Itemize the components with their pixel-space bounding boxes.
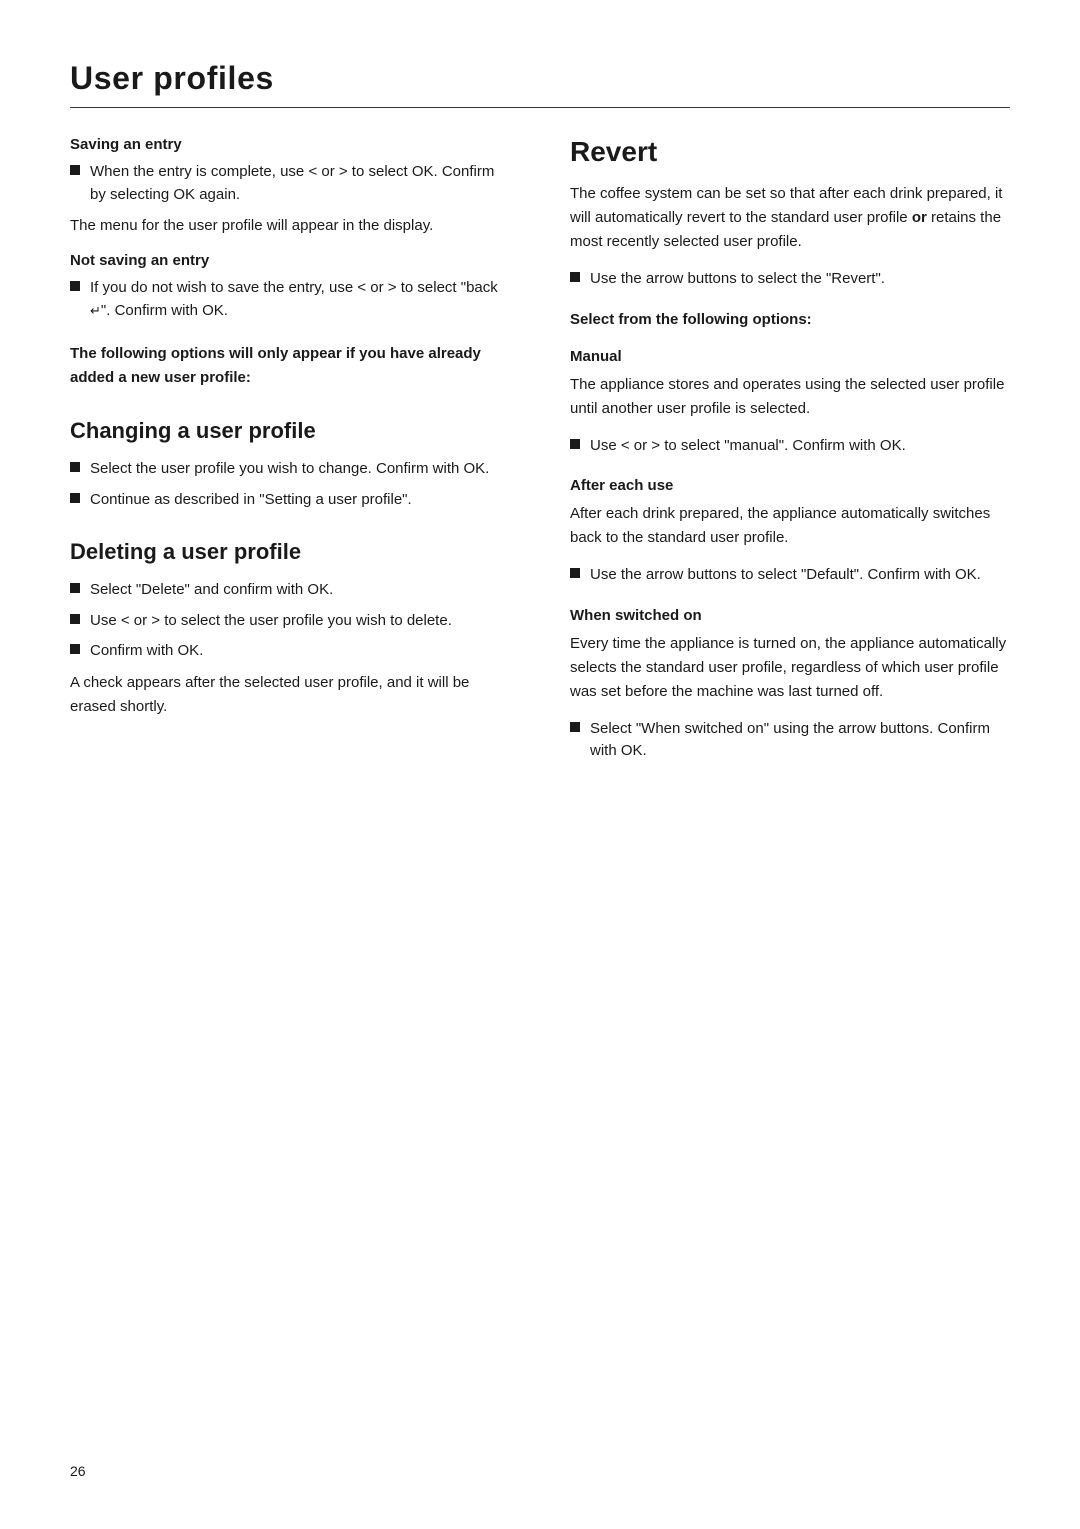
deleting-bullet3: Confirm with OK. bbox=[70, 640, 510, 663]
not-saving-section: Not saving an entry If you do not wish t… bbox=[70, 252, 510, 322]
when-switched-on-bullet1: Select "When switched on" using the arro… bbox=[570, 718, 1010, 763]
deleting-bullet2-text: Use < or > to select the user profile yo… bbox=[90, 610, 510, 633]
deleting-bullet2: Use < or > to select the user profile yo… bbox=[70, 610, 510, 633]
deleting-bullet1: Select "Delete" and confirm with OK. bbox=[70, 579, 510, 602]
manual-bullet1-text: Use < or > to select "manual". Confirm w… bbox=[590, 435, 1010, 458]
changing-bullet1: Select the user profile you wish to chan… bbox=[70, 458, 510, 481]
select-options-section: Select from the following options: Manua… bbox=[570, 311, 1010, 763]
deleting-bullet1-text: Select "Delete" and confirm with OK. bbox=[90, 579, 510, 602]
following-options-paragraph: The following options will only appear i… bbox=[70, 342, 510, 390]
manual-bullet1: Use < or > to select "manual". Confirm w… bbox=[570, 435, 1010, 458]
right-column: Revert The coffee system can be set so t… bbox=[570, 136, 1010, 771]
bullet-icon bbox=[70, 165, 80, 175]
when-switched-on-subheading: When switched on bbox=[570, 607, 1010, 624]
page-title: User profiles bbox=[70, 60, 1010, 97]
bullet-icon bbox=[570, 439, 580, 449]
changing-bullet2-text: Continue as described in "Setting a user… bbox=[90, 489, 510, 512]
bullet-icon bbox=[70, 583, 80, 593]
saving-entry-bullet1: When the entry is complete, use < or > t… bbox=[70, 161, 510, 206]
changing-bullet1-text: Select the user profile you wish to chan… bbox=[90, 458, 510, 481]
revert-section: Revert The coffee system can be set so t… bbox=[570, 136, 1010, 291]
after-each-use-paragraph1: After each drink prepared, the appliance… bbox=[570, 502, 1010, 550]
revert-bullet1: Use the arrow buttons to select the "Rev… bbox=[570, 268, 1010, 291]
changing-section: Changing a user profile Select the user … bbox=[70, 418, 510, 511]
after-each-use-section: After each use After each drink prepared… bbox=[570, 477, 1010, 587]
bullet-icon bbox=[70, 281, 80, 291]
not-saving-heading: Not saving an entry bbox=[70, 252, 510, 269]
page-number: 26 bbox=[70, 1463, 86, 1479]
bullet-icon bbox=[570, 568, 580, 578]
not-saving-bullet1-text: If you do not wish to save the entry, us… bbox=[90, 277, 510, 322]
manual-paragraph1: The appliance stores and operates using … bbox=[570, 373, 1010, 421]
saving-entry-heading: Saving an entry bbox=[70, 136, 510, 153]
when-switched-on-section: When switched on Every time the applianc… bbox=[570, 607, 1010, 763]
when-switched-on-bullet1-text: Select "When switched on" using the arro… bbox=[590, 718, 1010, 763]
when-switched-on-paragraph1: Every time the appliance is turned on, t… bbox=[570, 632, 1010, 704]
saving-entry-bullet1-text: When the entry is complete, use < or > t… bbox=[90, 161, 510, 206]
title-divider bbox=[70, 107, 1010, 108]
saving-entry-paragraph1: The menu for the user profile will appea… bbox=[70, 214, 510, 238]
after-each-use-subheading: After each use bbox=[570, 477, 1010, 494]
bullet-icon bbox=[70, 614, 80, 624]
revert-title: Revert bbox=[570, 136, 1010, 168]
deleting-title: Deleting a user profile bbox=[70, 539, 510, 565]
left-column: Saving an entry When the entry is comple… bbox=[70, 136, 510, 771]
manual-section: Manual The appliance stores and operates… bbox=[570, 348, 1010, 458]
main-content: Saving an entry When the entry is comple… bbox=[70, 136, 1010, 771]
revert-bullet1-text: Use the arrow buttons to select the "Rev… bbox=[590, 268, 1010, 291]
not-saving-bullet1: If you do not wish to save the entry, us… bbox=[70, 277, 510, 322]
back-icon: ↵ bbox=[90, 303, 101, 318]
manual-subheading: Manual bbox=[570, 348, 1010, 365]
after-each-use-bullet1-text: Use the arrow buttons to select "Default… bbox=[590, 564, 1010, 587]
changing-title: Changing a user profile bbox=[70, 418, 510, 444]
bullet-icon bbox=[70, 644, 80, 654]
changing-bullet2: Continue as described in "Setting a user… bbox=[70, 489, 510, 512]
revert-paragraph1: The coffee system can be set so that aft… bbox=[570, 182, 1010, 254]
bullet-icon bbox=[570, 722, 580, 732]
after-each-use-bullet1: Use the arrow buttons to select "Default… bbox=[570, 564, 1010, 587]
bullet-icon bbox=[570, 272, 580, 282]
bullet-icon bbox=[70, 493, 80, 503]
deleting-section: Deleting a user profile Select "Delete" … bbox=[70, 539, 510, 719]
deleting-paragraph1: A check appears after the selected user … bbox=[70, 671, 510, 719]
bullet-icon bbox=[70, 462, 80, 472]
saving-entry-section: Saving an entry When the entry is comple… bbox=[70, 136, 510, 238]
deleting-bullet3-text: Confirm with OK. bbox=[90, 640, 510, 663]
select-options-heading: Select from the following options: bbox=[570, 311, 1010, 328]
